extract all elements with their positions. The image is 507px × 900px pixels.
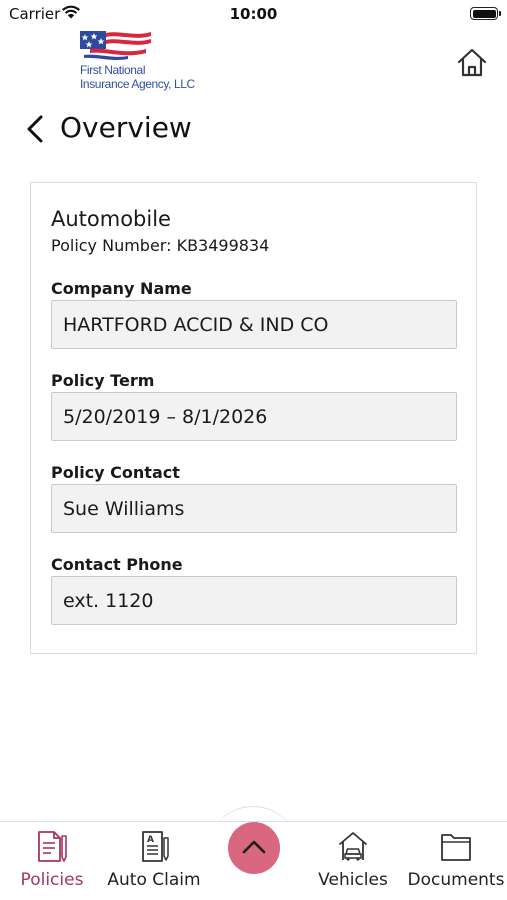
contact-phone-value: ext. 1120	[63, 590, 154, 612]
tab-auto-claim[interactable]: A Auto Claim	[106, 822, 202, 900]
folder-icon	[441, 834, 471, 861]
policy-type: Automobile	[51, 207, 171, 231]
chevron-up-icon	[242, 840, 266, 854]
contact-phone-field[interactable]: ext. 1120	[51, 576, 457, 625]
company-name-field: HARTFORD ACCID & IND CO	[51, 300, 457, 349]
tab-policies-label: Policies	[20, 870, 84, 890]
tab-documents-label: Documents	[407, 870, 505, 890]
svg-text:A: A	[147, 835, 154, 845]
policy-contact-label: Policy Contact	[51, 463, 180, 482]
claim-form-icon: A	[142, 831, 169, 862]
car-garage-icon	[339, 832, 367, 861]
company-name-value: HARTFORD ACCID & IND CO	[63, 314, 329, 336]
policy-card: Automobile Policy Number: KB3499834 Comp…	[30, 182, 477, 654]
status-time: 10:00	[229, 5, 278, 23]
policy-term-value: 5/20/2019 – 8/1/2026	[63, 406, 268, 428]
page-title: Overview	[60, 111, 192, 144]
logo-line-2: Insurance Agency, LLC	[80, 77, 195, 91]
policy-contact-field: Sue Williams	[51, 484, 457, 533]
tab-documents[interactable]: Documents	[406, 822, 506, 900]
agency-logo: First National Insurance Agency, LLC	[80, 31, 210, 93]
status-bar: Carrier 10:00	[0, 0, 507, 28]
logo-line-1: First National	[80, 63, 146, 77]
chevron-left-icon[interactable]	[24, 114, 46, 144]
policy-contact-value: Sue Williams	[63, 498, 185, 520]
logo-text: First National Insurance Agency, LLC	[80, 63, 195, 91]
tab-auto-claim-label: Auto Claim	[107, 870, 201, 890]
scroll-up-button[interactable]	[228, 822, 280, 874]
policy-number: Policy Number: KB3499834	[51, 236, 270, 255]
tab-vehicles[interactable]: Vehicles	[314, 822, 392, 900]
home-icon[interactable]	[455, 45, 489, 79]
company-name-label: Company Name	[51, 279, 192, 298]
battery-icon	[470, 7, 501, 20]
tab-policies[interactable]: Policies	[8, 822, 96, 900]
flag-logo-icon	[80, 31, 151, 60]
policy-term-label: Policy Term	[51, 371, 155, 390]
policy-term-field: 5/20/2019 – 8/1/2026	[51, 392, 457, 441]
policy-document-icon	[38, 831, 67, 862]
contact-phone-label: Contact Phone	[51, 555, 183, 574]
tab-vehicles-label: Vehicles	[318, 870, 388, 890]
overview-header: Overview	[24, 110, 324, 150]
